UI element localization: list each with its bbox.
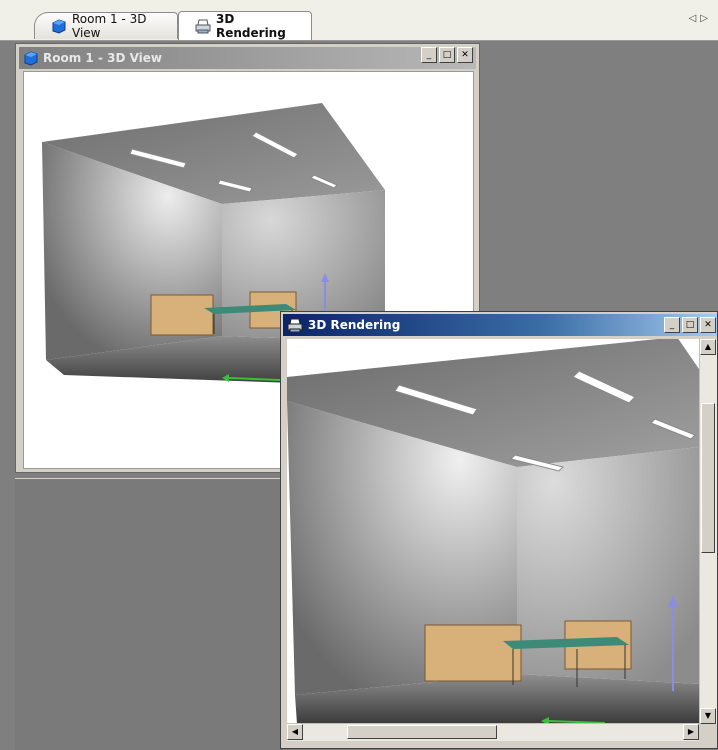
cube-icon xyxy=(51,18,66,34)
rendered-image xyxy=(287,339,699,724)
scroll-left-button[interactable]: ◀ xyxy=(287,724,303,740)
window-title: 3D Rendering xyxy=(308,318,401,332)
next-tab-icon[interactable]: ▷ xyxy=(700,13,712,24)
prev-tab-icon[interactable]: ◁ xyxy=(689,13,701,24)
minimize-button[interactable]: _ xyxy=(421,47,437,63)
close-button[interactable]: ✕ xyxy=(700,317,716,333)
tab-label: 3D Rendering xyxy=(216,12,286,40)
vertical-scroll-thumb[interactable] xyxy=(701,403,715,553)
rendering-window[interactable]: 3D Rendering _ □ ✕ ▲ ▼ ◀ ▶ xyxy=(280,311,718,749)
maximize-button[interactable]: □ xyxy=(682,317,698,333)
tab-3d-rendering[interactable]: 3D Rendering xyxy=(178,11,312,40)
window-title: Room 1 - 3D View xyxy=(43,51,162,65)
rendered-room-scene xyxy=(287,339,699,724)
window-controls: _ □ ✕ xyxy=(664,317,716,333)
printer-icon xyxy=(195,19,211,34)
empty-workspace-pane xyxy=(15,478,285,750)
maximize-button[interactable]: □ xyxy=(439,47,455,63)
vertical-scrollbar[interactable]: ▲ ▼ xyxy=(699,339,717,724)
tab-nav-arrows: ◁▷ xyxy=(689,13,712,24)
scroll-up-button[interactable]: ▲ xyxy=(700,339,716,355)
window-controls: _ □ ✕ xyxy=(421,47,473,63)
window-title-bar[interactable]: Room 1 - 3D View xyxy=(19,47,476,69)
scroll-right-button[interactable]: ▶ xyxy=(683,724,699,740)
horizontal-scroll-thumb[interactable] xyxy=(347,725,497,739)
scroll-down-button[interactable]: ▼ xyxy=(700,708,716,724)
tab-room-3d-view[interactable]: Room 1 - 3D View xyxy=(34,12,178,40)
minimize-button[interactable]: _ xyxy=(664,317,680,333)
cube-icon xyxy=(23,50,38,66)
printer-icon xyxy=(287,318,303,333)
tab-label: Room 1 - 3D View xyxy=(72,12,147,40)
close-button[interactable]: ✕ xyxy=(457,47,473,63)
horizontal-scrollbar[interactable]: ◀ ▶ xyxy=(287,723,699,741)
window-title-bar[interactable]: 3D Rendering xyxy=(283,314,717,336)
document-tabstrip: Room 1 - 3D View 3D Rendering ◁▷ xyxy=(0,0,718,41)
